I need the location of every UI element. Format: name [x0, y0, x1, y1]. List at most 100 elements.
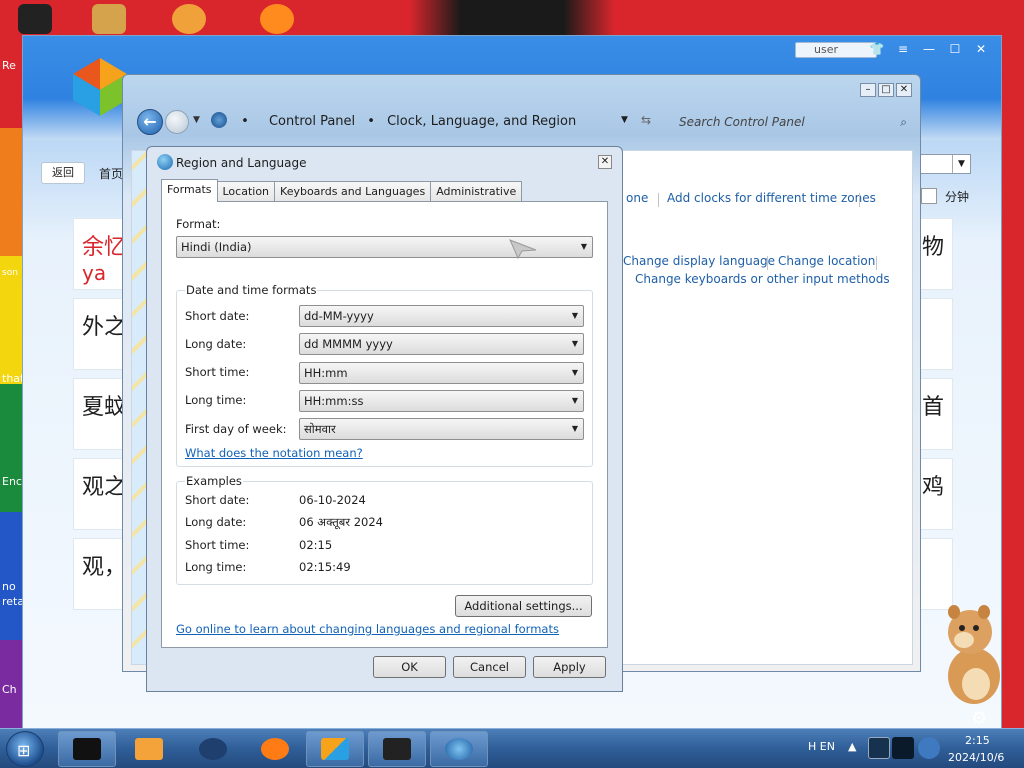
clock-date[interactable]: 2024/10/6 [948, 751, 1004, 764]
close-icon[interactable]: ✕ [896, 83, 912, 97]
taskbar-item-globe[interactable] [184, 731, 242, 767]
notation-help-link[interactable]: What does the notation mean? [185, 446, 363, 460]
card-text: 观， [82, 555, 127, 580]
additional-settings-button[interactable]: Additional settings... [455, 595, 592, 617]
change-location-link[interactable]: Change location [778, 254, 875, 268]
minutes-checkbox[interactable] [921, 188, 937, 204]
back-button[interactable]: 返回 [41, 162, 85, 184]
firefox-icon [261, 738, 289, 760]
home-link[interactable]: 首页 [99, 165, 123, 182]
link-separator [658, 193, 659, 207]
short-date-value: dd-MM-yyyy [304, 309, 374, 323]
tab-administrative[interactable]: Administrative [430, 181, 523, 202]
globe-app-icon [199, 738, 227, 760]
card-text-right: 首 [921, 395, 944, 420]
shirt-icon[interactable]: 👕 [865, 40, 889, 58]
first-day-dropdown[interactable]: सोमवार ▼ [299, 418, 584, 440]
card-text: 观之 [82, 475, 127, 500]
user-label: user [814, 43, 838, 56]
taskbar-item-window[interactable] [368, 731, 426, 767]
control-panel-icon [211, 112, 227, 128]
chevron-down-icon: ▼ [580, 242, 587, 251]
long-time-label: Long time: [185, 393, 247, 407]
apply-button[interactable]: Apply [533, 656, 606, 678]
short-time-value: HH:mm [304, 366, 348, 380]
address-bar[interactable]: • Control Panel • Clock, Language, and R… [211, 109, 661, 135]
tab-formats[interactable]: Formats [161, 179, 218, 202]
link-separator [767, 256, 768, 270]
close-icon[interactable]: ✕ [598, 155, 612, 169]
start-button[interactable]: ⊞ [6, 731, 44, 767]
short-date-dropdown[interactable]: dd-MM-yyyy ▼ [299, 305, 584, 327]
example-long-time-label: Long time: [185, 560, 247, 574]
add-clocks-link[interactable]: Add clocks for different time zones [667, 191, 876, 205]
display-language-link[interactable]: Change display language [623, 254, 775, 268]
chevron-down-icon: ▼ [952, 155, 970, 173]
maximize-icon[interactable]: ☐ [943, 40, 967, 58]
tray-expand-icon[interactable]: ▲ [848, 740, 856, 753]
taskbar-item-app[interactable] [306, 731, 364, 767]
group-title: Date and time formats [185, 283, 318, 297]
search-icon[interactable]: ⌕ [900, 109, 907, 135]
breadcrumb-sep-icon: • [367, 114, 375, 129]
refresh-icon[interactable]: ⇆ [641, 113, 651, 127]
back-arrow-icon[interactable]: ← [137, 109, 163, 135]
chevron-down-icon: ▼ [571, 339, 578, 348]
chevron-down-icon: ▼ [571, 396, 578, 405]
group-title: Examples [185, 474, 243, 488]
language-indicator[interactable]: H EN [808, 740, 835, 753]
forward-arrow-icon[interactable] [165, 110, 189, 134]
desktop-label-3: that [2, 372, 24, 385]
example-short-date-value: 06-10-2024 [299, 493, 366, 507]
globe-icon [157, 154, 173, 170]
hamster-widget-icon[interactable] [936, 602, 1008, 706]
long-date-label: Long date: [185, 337, 247, 351]
breadcrumb-control-panel[interactable]: Control Panel [269, 114, 355, 129]
desktop-icon-2[interactable] [92, 4, 126, 34]
long-time-dropdown[interactable]: HH:mm:ss ▼ [299, 390, 584, 412]
long-date-dropdown[interactable]: dd MMMM yyyy ▼ [299, 333, 584, 355]
address-dropdown-icon[interactable]: ▼ [621, 115, 628, 125]
breadcrumb-clock-language-region[interactable]: Clock, Language, and Region [387, 114, 576, 129]
desktop-top-banner [0, 0, 1024, 40]
taskbar-item-media[interactable] [120, 731, 178, 767]
right-dropdown[interactable]: ▼ [919, 154, 971, 174]
search-input[interactable]: Search Control Panel ⌕ [671, 109, 913, 135]
taskbar: ⊞ H EN ▲ 2:15 2024/10/6 [0, 728, 1024, 768]
taskbar-item-firefox[interactable] [246, 731, 304, 767]
desktop-icon-1[interactable] [18, 4, 52, 34]
menu-icon[interactable]: ≡ [891, 40, 915, 58]
desktop-label-7: Ch [2, 683, 17, 696]
cancel-button[interactable]: Cancel [453, 656, 526, 678]
tab-keyboards-languages[interactable]: Keyboards and Languages [274, 181, 432, 202]
volume-icon[interactable] [918, 737, 940, 759]
clock-time[interactable]: 2:15 [965, 734, 990, 747]
mouse-cursor-icon [509, 239, 537, 260]
taskbar-item-terminal[interactable] [58, 731, 116, 767]
short-time-dropdown[interactable]: HH:mm ▼ [299, 362, 584, 384]
keyboards-link[interactable]: Change keyboards or other input methods [635, 272, 890, 286]
card-text: 夏蚊 [82, 395, 127, 420]
tab-location[interactable]: Location [216, 181, 276, 202]
minimize-icon[interactable]: — [917, 40, 941, 58]
desktop-icon-4[interactable] [260, 4, 294, 34]
timezone-link[interactable]: one [626, 191, 648, 205]
settings-gear-icon[interactable]: ⚙ [971, 709, 987, 729]
maximize-icon[interactable]: □ [878, 83, 894, 97]
online-help-link[interactable]: Go online to learn about changing langua… [176, 622, 559, 636]
recent-pages-icon[interactable]: ▼ [193, 115, 200, 125]
format-value: Hindi (India) [181, 240, 252, 254]
network-icon[interactable] [868, 737, 890, 759]
card-text-right: 鸡 [921, 475, 944, 500]
taskbar-item-control-panel[interactable] [430, 731, 488, 767]
ok-button[interactable]: OK [373, 656, 446, 678]
first-day-label: First day of week: [185, 422, 287, 436]
example-short-time-label: Short time: [185, 538, 250, 552]
minimize-icon[interactable]: – [860, 83, 876, 97]
example-long-date-label: Long date: [185, 515, 247, 529]
desktop-icon-3[interactable] [172, 4, 206, 34]
close-icon[interactable]: ✕ [969, 40, 993, 58]
example-long-date-value: 06 अक्तूबर 2024 [299, 515, 383, 529]
device-icon[interactable] [892, 737, 914, 759]
card-text: 余忆 [82, 235, 127, 260]
